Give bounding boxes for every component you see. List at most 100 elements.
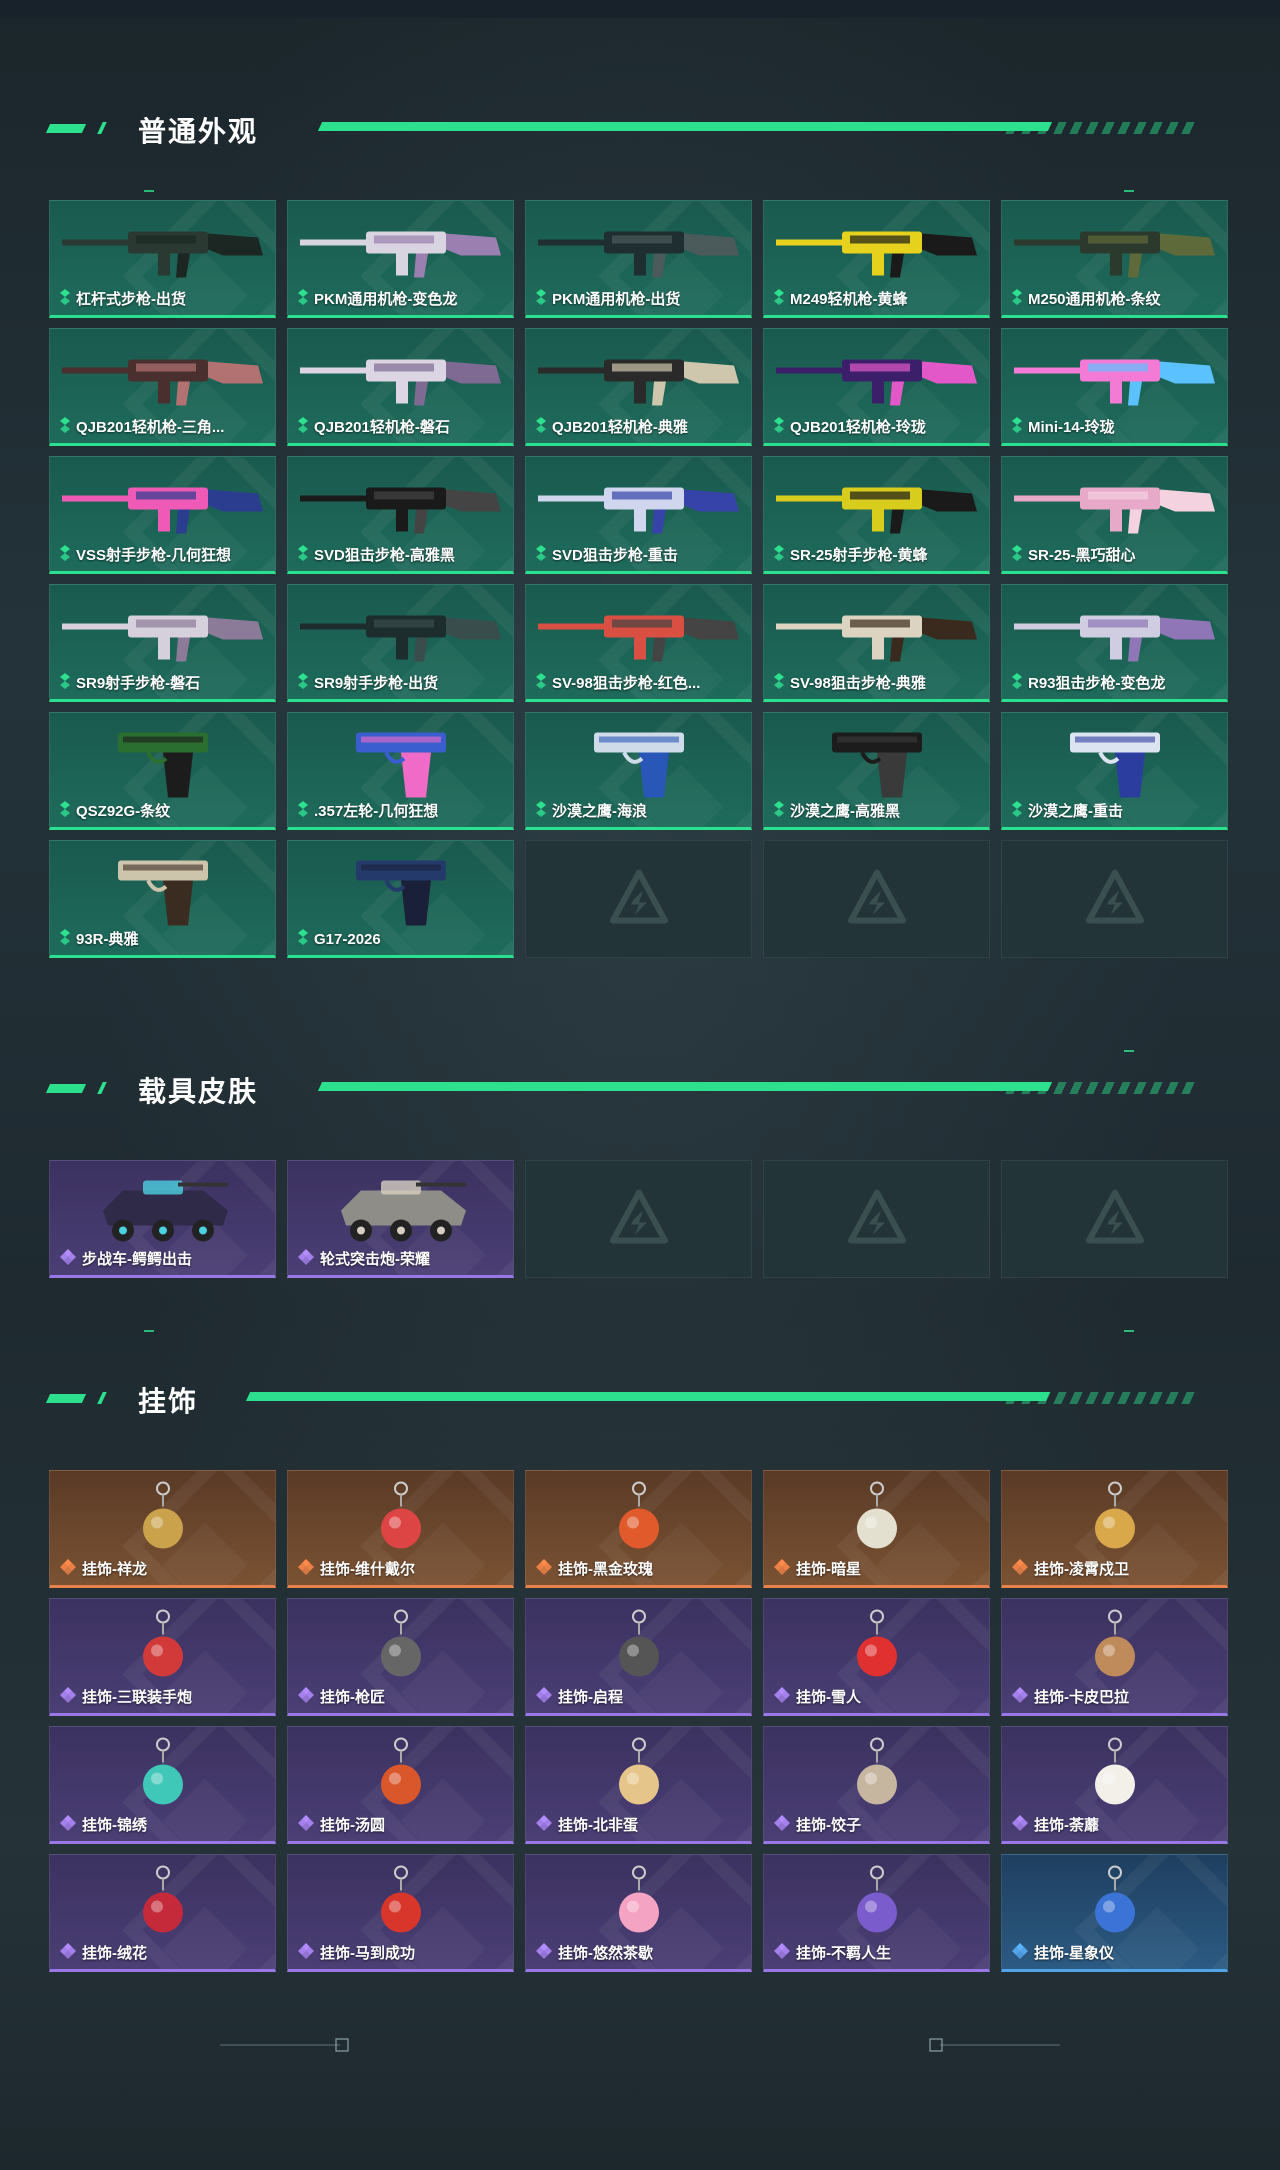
weapon-image — [534, 472, 744, 547]
item-card[interactable]: 挂饰-汤圆 — [287, 1726, 514, 1844]
item-label: SVD狙击步枪-高雅黑 — [314, 547, 455, 564]
item-card[interactable]: SR9射手步枪-出货 — [287, 584, 514, 702]
item-card[interactable]: 沙漠之鹰-海浪 — [525, 712, 752, 830]
item-card[interactable]: 93R-典雅 — [49, 840, 276, 958]
item-label: 挂饰-三联装手炮 — [82, 1689, 192, 1706]
empty-slot — [1001, 840, 1228, 958]
item-label-row: QJB201轻机枪-典雅 — [536, 416, 688, 437]
item-card[interactable]: 步战车-鳄鳄出击 — [49, 1160, 276, 1278]
item-card[interactable]: QJB201轻机枪-磐石 — [287, 328, 514, 446]
item-card[interactable]: 杠杆式步枪-出货 — [49, 200, 276, 318]
item-card[interactable]: SVD狙击步枪-高雅黑 — [287, 456, 514, 574]
item-card[interactable]: VSS射手步枪-几何狂想 — [49, 456, 276, 574]
weapon-image — [58, 472, 268, 547]
item-card[interactable]: SV-98狙击步枪-红色... — [525, 584, 752, 702]
item-label: SR9射手步枪-出货 — [314, 675, 439, 692]
weapons-grid: 杠杆式步枪-出货 PKM通用机枪-变色龙 PKM通用机枪-出货 M249轻机枪-黄蜂 M… — [49, 200, 1230, 958]
item-card[interactable]: 挂饰-黑金玫瑰 — [525, 1470, 752, 1588]
item-label-row: SVD狙击步枪-高雅黑 — [298, 544, 455, 565]
item-card[interactable]: M250通用机枪-条纹 — [1001, 200, 1228, 318]
item-card[interactable]: SR9射手步枪-磐石 — [49, 584, 276, 702]
header-line — [317, 122, 1053, 131]
item-label: QJB201轻机枪-玲珑 — [790, 419, 926, 436]
item-card[interactable]: 挂饰-暗星 — [763, 1470, 990, 1588]
item-card[interactable]: 挂饰-凌霄戍卫 — [1001, 1470, 1228, 1588]
item-label-row: 挂饰-荼蘼 — [1012, 1814, 1099, 1835]
charm-image — [371, 1865, 431, 1950]
item-label-row: SR-25射手步枪-黄蜂 — [774, 544, 928, 565]
item-label: 挂饰-凌霄戍卫 — [1034, 1561, 1129, 1578]
item-card[interactable]: 挂饰-马到成功 — [287, 1854, 514, 1972]
item-label: VSS射手步枪-几何狂想 — [76, 547, 232, 564]
item-card[interactable]: 沙漠之鹰-重击 — [1001, 712, 1228, 830]
item-label: QJB201轻机枪-磐石 — [314, 419, 450, 436]
item-card[interactable]: QJB201轻机枪-典雅 — [525, 328, 752, 446]
item-card[interactable]: 挂饰-荼蘼 — [1001, 1726, 1228, 1844]
charm-image — [1085, 1737, 1145, 1822]
item-label: SV-98狙击步枪-典雅 — [790, 675, 926, 692]
item-card[interactable]: PKM通用机枪-变色龙 — [287, 200, 514, 318]
weapon-image — [772, 216, 982, 291]
item-label-row: QJB201轻机枪-玲珑 — [774, 416, 926, 437]
item-label: 挂饰-悠然茶歇 — [558, 1945, 653, 1962]
item-label-row: 挂饰-卡皮巴拉 — [1012, 1686, 1129, 1707]
weapon-image — [772, 472, 982, 547]
diamond-rarity-icon — [298, 1814, 314, 1835]
item-card[interactable]: QSZ92G-条纹 — [49, 712, 276, 830]
item-card[interactable]: 挂饰-启程 — [525, 1598, 752, 1716]
diamond-rarity-icon — [60, 1248, 76, 1269]
item-card[interactable]: 挂饰-祥龙 — [49, 1470, 276, 1588]
weapon-image — [534, 344, 744, 419]
item-card[interactable]: 挂饰-悠然茶歇 — [525, 1854, 752, 1972]
item-card[interactable]: SVD狙击步枪-重击 — [525, 456, 752, 574]
item-label-row: 挂饰-凌霄戍卫 — [1012, 1558, 1129, 1579]
empty-slot — [763, 1160, 990, 1278]
charm-image — [371, 1737, 431, 1822]
diamond-rarity-icon — [60, 928, 70, 949]
item-card[interactable]: 挂饰-锦绣 — [49, 1726, 276, 1844]
item-card[interactable]: SR-25-黑巧甜心 — [1001, 456, 1228, 574]
diamond-rarity-icon — [298, 800, 308, 821]
weapon-image — [58, 344, 268, 419]
item-label-row: SV-98狙击步枪-红色... — [536, 672, 700, 693]
item-card[interactable]: 挂饰-饺子 — [763, 1726, 990, 1844]
item-label: QJB201轻机枪-典雅 — [552, 419, 688, 436]
item-card[interactable]: 挂饰-北非蛋 — [525, 1726, 752, 1844]
item-card[interactable]: Mini-14-玲珑 — [1001, 328, 1228, 446]
item-card[interactable]: SR-25射手步枪-黄蜂 — [763, 456, 990, 574]
item-card[interactable]: QJB201轻机枪-三角... — [49, 328, 276, 446]
item-card[interactable]: 挂饰-绒花 — [49, 1854, 276, 1972]
item-card[interactable]: 挂饰-卡皮巴拉 — [1001, 1598, 1228, 1716]
diamond-rarity-icon — [536, 672, 546, 693]
item-card[interactable]: 沙漠之鹰-高雅黑 — [763, 712, 990, 830]
item-card[interactable]: 挂饰-雪人 — [763, 1598, 990, 1716]
item-label-row: 挂饰-星象仪 — [1012, 1942, 1114, 1963]
weapon-image — [58, 600, 268, 675]
item-card[interactable]: 轮式突击炮-荣耀 — [287, 1160, 514, 1278]
item-label-row: VSS射手步枪-几何狂想 — [60, 544, 231, 565]
diamond-rarity-icon — [60, 544, 70, 565]
item-card[interactable]: 挂饰-维什戴尔 — [287, 1470, 514, 1588]
item-card[interactable]: 挂饰-不羁人生 — [763, 1854, 990, 1972]
item-card[interactable]: 挂饰-枪匠 — [287, 1598, 514, 1716]
diamond-rarity-icon — [1012, 672, 1022, 693]
diamond-rarity-icon — [536, 1558, 552, 1579]
item-card[interactable]: 挂饰-三联装手炮 — [49, 1598, 276, 1716]
charms-grid: 挂饰-祥龙 挂饰-维什戴尔 挂饰-黑金玫瑰 挂饰-暗星 挂饰-凌霄戍卫 挂饰-三联装手炮挂… — [49, 1470, 1230, 1972]
diamond-rarity-icon — [1012, 1814, 1028, 1835]
weapon-image — [584, 723, 694, 808]
item-label-row: 轮式突击炮-荣耀 — [298, 1248, 430, 1269]
item-card[interactable]: G17-2026 — [287, 840, 514, 958]
item-card[interactable]: PKM通用机枪-出货 — [525, 200, 752, 318]
item-card[interactable]: 挂饰-星象仪 — [1001, 1854, 1228, 1972]
item-card[interactable]: QJB201轻机枪-玲珑 — [763, 328, 990, 446]
item-card[interactable]: R93狙击步枪-变色龙 — [1001, 584, 1228, 702]
section-title: 挂饰 — [138, 1386, 199, 1417]
item-card[interactable]: M249轻机枪-黄蜂 — [763, 200, 990, 318]
item-card[interactable]: .357左轮-几何狂想 — [287, 712, 514, 830]
item-card[interactable]: SV-98狙击步枪-典雅 — [763, 584, 990, 702]
item-label-row: 挂饰-三联装手炮 — [60, 1686, 192, 1707]
item-label: G17-2026 — [314, 930, 381, 948]
triangle-logo-icon — [609, 869, 669, 930]
item-label: 挂饰-祥龙 — [82, 1561, 147, 1578]
